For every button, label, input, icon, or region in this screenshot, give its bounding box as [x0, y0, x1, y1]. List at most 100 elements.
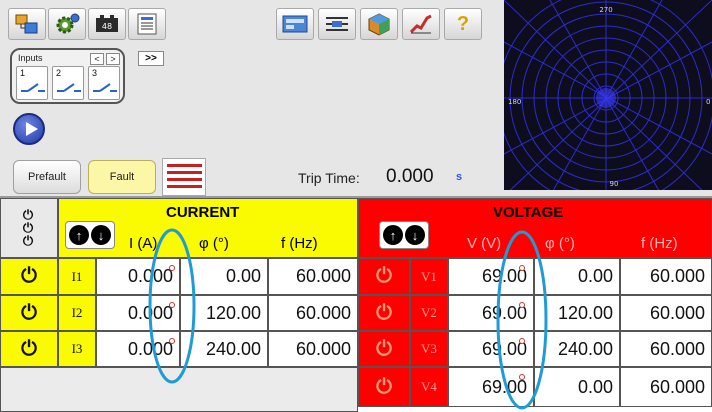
- power-icon: ⏻: [376, 375, 392, 398]
- voltage-power-toggle[interactable]: ⏻: [358, 258, 410, 295]
- current-title: CURRENT: [166, 204, 240, 221]
- binary-input-number: 2: [56, 68, 62, 78]
- binary-input-number: 1: [20, 68, 26, 78]
- current-power-toggle[interactable]: ⏻: [0, 331, 58, 367]
- field-value: 0.00: [225, 266, 261, 286]
- current-magnitude-field[interactable]: 0.000: [96, 331, 180, 367]
- voltage-power-toggle[interactable]: ⏻: [358, 295, 410, 331]
- current-frequency-field[interactable]: 60.000: [268, 295, 358, 331]
- field-value: 0.00: [577, 266, 613, 286]
- field-value: 0.000: [127, 302, 173, 323]
- binary-inputs-group: Inputs < > 1 2 3: [10, 48, 125, 104]
- current-power-toggle[interactable]: ⏻: [0, 295, 58, 331]
- power-icon: ⏻: [21, 265, 37, 287]
- sequence-list-icon[interactable]: [162, 158, 206, 196]
- current-frequency-field[interactable]: 60.000: [268, 331, 358, 367]
- current-header: CURRENT ↑ ↓ I (A) φ (°) f (Hz): [58, 198, 397, 258]
- current-magnitude-field[interactable]: 0.000: [96, 295, 180, 331]
- current-channel-label: I1: [58, 258, 96, 295]
- battery-icon[interactable]: 48: [88, 8, 126, 40]
- binary-input-1[interactable]: 1: [16, 66, 48, 100]
- vector-diagram[interactable]: 270 180 0 90: [504, 0, 712, 190]
- lock-marker-icon: [519, 302, 525, 308]
- power-icon: ⏻: [376, 301, 392, 324]
- vector-label-bottom: 90: [610, 180, 619, 188]
- voltage-power-toggle[interactable]: ⏻: [358, 331, 410, 367]
- lock-marker-icon: [169, 265, 175, 271]
- voltage-step-buttons[interactable]: ↑ ↓: [379, 221, 429, 249]
- voltage-angle-field[interactable]: 120.00: [534, 295, 620, 331]
- channel-name: V4: [421, 379, 437, 394]
- voltage-col-frequency: f (Hz): [641, 235, 678, 252]
- inputs-prev-button[interactable]: <: [90, 53, 104, 65]
- vector-label-top: 270: [599, 6, 612, 14]
- arrow-up-icon[interactable]: ↑: [69, 225, 89, 245]
- voltage-magnitude-field[interactable]: 69.00: [448, 258, 534, 295]
- all-power-toggle[interactable]: ⏻⏻⏻: [0, 198, 58, 258]
- voltage-frequency-field[interactable]: 60.000: [620, 258, 712, 295]
- battery-label: 48: [102, 22, 112, 31]
- current-col-frequency: f (Hz): [281, 235, 318, 252]
- inputs-label: Inputs: [18, 53, 43, 63]
- prefault-button[interactable]: Prefault: [13, 160, 81, 194]
- binary-input-3[interactable]: 3: [88, 66, 120, 100]
- current-col-magnitude: I (A): [129, 235, 158, 252]
- arrow-down-icon[interactable]: ↓: [405, 225, 425, 245]
- power-icon: ⏻: [376, 337, 392, 360]
- settings-gear-icon[interactable]: [48, 8, 86, 40]
- voltage-frequency-field[interactable]: 60.000: [620, 295, 712, 331]
- binary-input-number: 3: [92, 68, 98, 78]
- help-icon[interactable]: ?: [444, 8, 482, 40]
- control-panel: 48 ? Inputs < > 1 2 3 >> Prefault Fault …: [0, 0, 712, 198]
- lock-marker-icon: [519, 265, 525, 271]
- inputs-expand-button[interactable]: >>: [138, 51, 164, 66]
- cube-icon[interactable]: [360, 8, 398, 40]
- current-frequency-field[interactable]: 60.000: [268, 258, 358, 295]
- trip-time-label: Trip Time:: [298, 170, 360, 186]
- arrow-up-icon[interactable]: ↑: [383, 225, 403, 245]
- current-magnitude-field[interactable]: 0.000: [96, 258, 180, 295]
- config-icon[interactable]: [8, 8, 46, 40]
- trip-time-value: 0.000: [386, 166, 434, 187]
- switch-contact-icon: [93, 83, 117, 92]
- current-angle-field[interactable]: 120.00: [180, 295, 268, 331]
- current-angle-field[interactable]: 0.00: [180, 258, 268, 295]
- lock-marker-icon: [169, 302, 175, 308]
- voltage-title: VOLTAGE: [493, 204, 564, 221]
- voltage-channel-label: V3: [410, 331, 448, 367]
- phasor-table: ⏻⏻⏻ CURRENT ↑ ↓ I (A) φ (°) f (Hz) VOLTAG…: [0, 198, 712, 412]
- voltage-frequency-field[interactable]: 60.000: [620, 331, 712, 367]
- voltage-angle-field[interactable]: 0.00: [534, 258, 620, 295]
- voltage-col-angle: φ (°): [545, 235, 575, 252]
- field-value: 240.00: [557, 338, 613, 359]
- field-value: 60.000: [295, 266, 351, 286]
- current-angle-field[interactable]: 240.00: [180, 331, 268, 367]
- voltage-angle-field[interactable]: 0.00: [534, 367, 620, 407]
- fault-button[interactable]: Fault: [88, 160, 156, 194]
- current-col-angle: φ (°): [199, 235, 229, 252]
- voltage-magnitude-field[interactable]: 69.00: [448, 295, 534, 331]
- voltage-angle-field[interactable]: 240.00: [534, 331, 620, 367]
- sequence-icon[interactable]: [318, 8, 356, 40]
- voltage-magnitude-field[interactable]: 69.00: [448, 331, 534, 367]
- test-module-icon[interactable]: [276, 8, 314, 40]
- binary-input-2[interactable]: 2: [52, 66, 84, 100]
- current-power-toggle[interactable]: ⏻: [0, 258, 58, 295]
- current-step-buttons[interactable]: ↑ ↓: [65, 221, 115, 249]
- channel-name: V1: [421, 268, 437, 284]
- trip-time-unit: s: [456, 171, 463, 183]
- arrow-down-icon[interactable]: ↓: [91, 225, 111, 245]
- voltage-power-toggle[interactable]: ⏻: [358, 367, 410, 407]
- ramp-icon[interactable]: [402, 8, 440, 40]
- voltage-magnitude-field[interactable]: 69.00: [448, 367, 534, 407]
- field-value: 240.00: [205, 338, 261, 359]
- play-button[interactable]: [13, 113, 45, 145]
- channel-name: V3: [421, 341, 437, 356]
- voltage-frequency-field[interactable]: 60.000: [620, 367, 712, 407]
- empty-row: [0, 367, 358, 412]
- power-icon: ⏻⏻⏻: [21, 208, 37, 248]
- report-icon[interactable]: [128, 8, 166, 40]
- inputs-next-button[interactable]: >: [106, 53, 120, 65]
- field-value: 60.000: [649, 266, 705, 286]
- vector-label-left: 180: [508, 98, 521, 106]
